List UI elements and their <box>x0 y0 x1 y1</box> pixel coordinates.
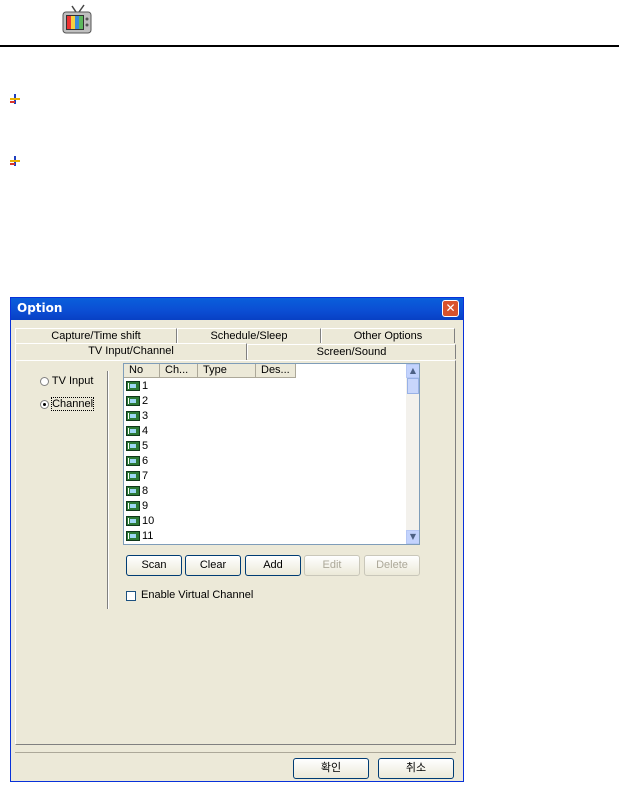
channel-icon <box>126 531 140 542</box>
dialog-separator <box>15 752 456 753</box>
list-item[interactable]: 4 <box>126 424 148 439</box>
channel-number: 10 <box>142 515 155 527</box>
delete-button[interactable]: Delete <box>364 555 420 576</box>
tab-other-options[interactable]: Other Options <box>321 328 455 343</box>
list-item[interactable]: 3 <box>126 409 148 424</box>
radio-channel[interactable]: Channel <box>40 397 95 411</box>
enable-virtual-channel-checkbox[interactable] <box>126 591 136 601</box>
list-item[interactable]: 1 <box>126 379 148 394</box>
tab-tv-input-channel[interactable]: TV Input/Channel <box>15 343 247 361</box>
channel-icon <box>126 501 140 512</box>
bullet-icon <box>9 152 21 166</box>
channel-icon <box>126 516 140 527</box>
tv-logo-icon <box>60 4 94 36</box>
list-item[interactable]: 8 <box>126 484 148 499</box>
dialog-title: Option <box>17 301 63 315</box>
channel-icon <box>126 381 140 392</box>
clear-button[interactable]: Clear <box>185 555 241 576</box>
scroll-up-icon[interactable]: ▲ <box>406 364 419 378</box>
scroll-thumb[interactable] <box>407 378 419 394</box>
channel-number: 5 <box>142 440 149 452</box>
column-header-no[interactable]: No <box>124 364 160 378</box>
cancel-button[interactable]: 취소 <box>378 758 454 779</box>
channel-number: 8 <box>142 485 149 497</box>
radio-tv-input[interactable]: TV Input <box>40 375 93 387</box>
channel-number: 1 <box>142 380 149 392</box>
channel-icon <box>126 456 140 467</box>
channel-number: 7 <box>142 470 149 482</box>
channel-icon <box>126 426 140 437</box>
radio-label: Channel <box>51 397 95 411</box>
column-header-channel[interactable]: Ch... <box>160 364 198 378</box>
ok-button[interactable]: 확인 <box>293 758 369 779</box>
panel-separator <box>107 371 109 609</box>
channel-number: 11 <box>142 530 154 542</box>
radio-button[interactable] <box>40 376 49 386</box>
channel-icon <box>126 486 140 497</box>
list-item[interactable]: 7 <box>126 469 148 484</box>
channel-icon <box>126 411 140 422</box>
option-dialog: Option ✕ Capture/Time shift Schedule/Sle… <box>10 297 464 782</box>
column-header-type[interactable]: Type <box>198 364 256 378</box>
scan-button[interactable]: Scan <box>126 555 182 576</box>
close-button[interactable]: ✕ <box>442 300 459 317</box>
vertical-scrollbar[interactable]: ▲ ▼ <box>406 364 419 544</box>
document-divider <box>0 45 619 47</box>
radio-label: TV Input <box>51 375 94 387</box>
channel-icon <box>126 441 140 452</box>
tab-schedule-sleep[interactable]: Schedule/Sleep <box>177 328 321 343</box>
add-button[interactable]: Add <box>245 555 301 576</box>
channel-number: 2 <box>142 395 149 407</box>
channel-number: 6 <box>142 455 149 467</box>
tab-panel: TV Input Channel No Ch... Type Des... 1 … <box>15 360 456 745</box>
list-item[interactable]: 10 <box>126 514 154 529</box>
list-item[interactable]: 9 <box>126 499 148 514</box>
channel-number: 3 <box>142 410 149 422</box>
list-item[interactable]: 5 <box>126 439 148 454</box>
scroll-down-icon[interactable]: ▼ <box>406 530 419 544</box>
radio-button[interactable] <box>40 399 49 409</box>
edit-button[interactable]: Edit <box>304 555 360 576</box>
list-item[interactable]: 11 <box>126 529 153 544</box>
tab-capture-time-shift[interactable]: Capture/Time shift <box>15 328 177 343</box>
column-header-description[interactable]: Des... <box>256 364 296 378</box>
channel-number: 9 <box>142 500 149 512</box>
bullet-icon <box>9 90 21 104</box>
tab-screen-sound[interactable]: Screen/Sound <box>247 344 456 359</box>
channel-icon <box>126 471 140 482</box>
list-item[interactable]: 6 <box>126 454 148 469</box>
title-bar[interactable]: Option ✕ <box>11 298 463 320</box>
channel-icon <box>126 396 140 407</box>
enable-virtual-channel-label: Enable Virtual Channel <box>141 589 254 601</box>
list-item[interactable]: 2 <box>126 394 148 409</box>
channel-list[interactable]: No Ch... Type Des... 1 2 3 4 5 6 7 8 9 1… <box>123 363 420 545</box>
channel-number: 4 <box>142 425 149 437</box>
